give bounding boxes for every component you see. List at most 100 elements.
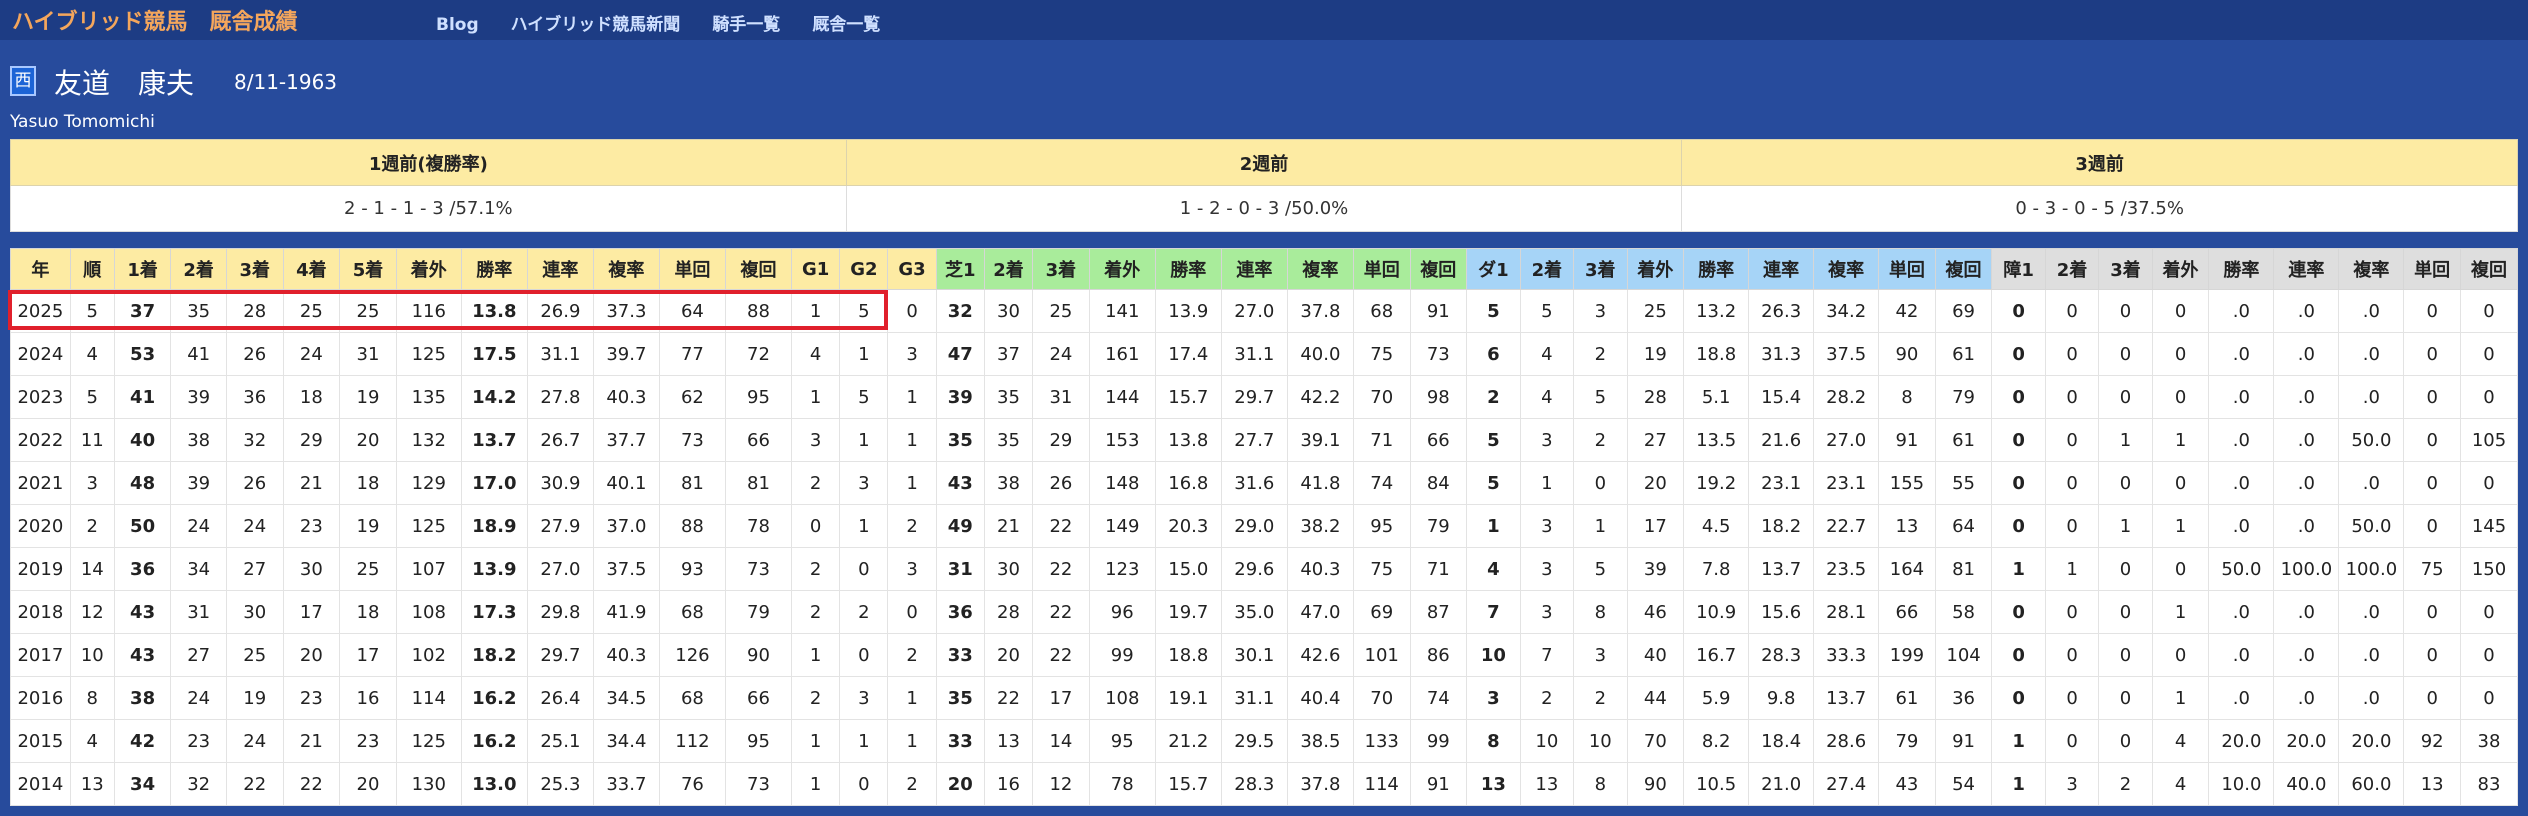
stats-cell: 20 xyxy=(339,762,397,806)
stats-cell: 145 xyxy=(2459,504,2519,548)
stats-cell: 18 xyxy=(339,461,397,505)
stats-cell: 2 xyxy=(887,504,937,548)
stats-cell: 5 xyxy=(1573,375,1628,419)
stats-cell: 3 xyxy=(839,461,889,505)
stats-cell: 26.7 xyxy=(526,418,594,462)
table-row: 2020 2 50 24 24 23 19 125 18.9 27.9 37.0 88 78 0 1 2 49 2… xyxy=(10,504,2519,548)
stats-cell: 0 xyxy=(1991,590,2046,634)
stats-cell: 99 xyxy=(1409,719,1468,763)
site-brand[interactable]: ハイブリッド競馬 厩舎成績 xyxy=(12,4,298,36)
stats-cell: 78 xyxy=(724,504,793,548)
stats-cell: 15.4 xyxy=(1748,375,1815,419)
stats-cell: 44 xyxy=(1626,676,1685,720)
stats-cell: 0 xyxy=(791,504,841,548)
nav-link-newspaper[interactable]: ハイブリッド競馬新聞 xyxy=(511,15,681,35)
stats-cell: 135 xyxy=(395,375,462,419)
stats-cell: 20.0 xyxy=(2208,719,2275,763)
stats-cell: 69 xyxy=(1352,590,1411,634)
stats-cell: 16.2 xyxy=(460,719,528,763)
stats-cell: 26 xyxy=(225,332,284,376)
stats-cell: 30.1 xyxy=(1220,633,1288,677)
stats-cell: 0 xyxy=(2459,676,2519,720)
stats-cell: 123 xyxy=(1088,547,1156,591)
stats-cell: 1 xyxy=(887,418,937,462)
stats-cell: 1 xyxy=(887,375,937,419)
stats-cell: 5 xyxy=(1466,418,1521,462)
stats-cell: 77 xyxy=(658,332,726,376)
stats-cell: 0 xyxy=(2403,375,2461,419)
stats-cell: 129 xyxy=(395,461,462,505)
stats-cell: 5 xyxy=(1466,289,1521,333)
stats-cell: .0 xyxy=(2208,418,2275,462)
stats-cell: 38 xyxy=(2459,719,2519,763)
stats-cell: 12 xyxy=(69,590,115,634)
stats-cell: 1 xyxy=(839,504,889,548)
stats-cell: 2 xyxy=(791,590,841,634)
stats-cell: .0 xyxy=(2273,289,2340,333)
stats-cell: 13.7 xyxy=(460,418,528,462)
nav-link-blog[interactable]: Blog xyxy=(436,15,479,35)
stats-cell: 12 xyxy=(1032,762,1090,806)
stats-cell: 68 xyxy=(658,590,726,634)
stats-cell: 37.8 xyxy=(1286,289,1354,333)
nav-link-stables[interactable]: 厩舎一覧 xyxy=(812,15,880,35)
stats-cell: 107 xyxy=(395,547,462,591)
stats-cell: 0 xyxy=(2151,461,2210,505)
stats-cell: 2 xyxy=(69,504,115,548)
stats-cell: 24 xyxy=(225,504,284,548)
stats-cell: 66 xyxy=(1409,418,1468,462)
stats-cell: 0 xyxy=(1991,461,2046,505)
stats-cell: 31 xyxy=(170,590,227,634)
stats-cell: 155 xyxy=(1878,461,1936,505)
stats-cell: 83 xyxy=(2459,762,2519,806)
stats-cell: 16.2 xyxy=(460,676,528,720)
stats-cell: 2 xyxy=(2098,762,2153,806)
stats-cell: 13.5 xyxy=(1683,418,1750,462)
stats-header-cell: 芝1 xyxy=(935,248,985,290)
stats-cell: 2 xyxy=(1519,676,1575,720)
stats-cell: 10.0 xyxy=(2208,762,2275,806)
stats-cell: 16.8 xyxy=(1154,461,1222,505)
stats-cell: 17 xyxy=(282,590,341,634)
stats-header-cell: G2 xyxy=(839,248,889,290)
stats-cell: 0 xyxy=(2403,332,2461,376)
stats-cell: 37.5 xyxy=(592,547,660,591)
stats-cell: 28.2 xyxy=(1813,375,1880,419)
table-row: 2021 3 48 39 26 21 18 129 17.0 30.9 40.1 81 81 2 3 1 43 3… xyxy=(10,461,2519,505)
stats-cell: 18.8 xyxy=(1154,633,1222,677)
stats-cell: 9.8 xyxy=(1748,676,1815,720)
stats-cell: 2018 xyxy=(10,590,71,634)
stats-cell: 42 xyxy=(1878,289,1936,333)
stats-cell: 2 xyxy=(791,547,841,591)
stats-cell: 2017 xyxy=(10,633,71,677)
table-row: 2025 5 37 35 28 25 25 116 13.8 26.9 37.3 64 88 1 5 0 32 3… xyxy=(10,289,2519,333)
stats-cell: 73 xyxy=(724,547,793,591)
stats-cell: 27.0 xyxy=(1220,289,1288,333)
stats-cell: 0 xyxy=(2098,590,2153,634)
stats-cell: 95 xyxy=(1088,719,1156,763)
stats-cell: 17 xyxy=(1626,504,1685,548)
stats-cell: 31.1 xyxy=(1220,676,1288,720)
stats-cell: 36 xyxy=(1934,676,1993,720)
stats-cell: 20 xyxy=(339,418,397,462)
stats-cell: 5 xyxy=(1573,547,1628,591)
stats-cell: 50.0 xyxy=(2338,504,2405,548)
stats-header-cell: 5着 xyxy=(339,248,397,290)
stats-cell: 0 xyxy=(2151,332,2210,376)
stats-cell: 1 xyxy=(1573,504,1628,548)
stats-cell: 43 xyxy=(1878,762,1936,806)
stats-cell: 0 xyxy=(2098,332,2153,376)
recent-header: 1週前(複勝率) xyxy=(10,139,847,186)
stats-cell: 1 xyxy=(2098,418,2153,462)
stats-cell: 1 xyxy=(2044,547,2100,591)
stats-cell: 0 xyxy=(839,633,889,677)
stats-cell: 81 xyxy=(724,461,793,505)
stats-header-cell: 年 xyxy=(10,248,71,290)
stats-cell: 0 xyxy=(2403,633,2461,677)
stats-cell: 35 xyxy=(983,418,1034,462)
stats-cell: 132 xyxy=(395,418,462,462)
nav-link-jockeys[interactable]: 騎手一覧 xyxy=(712,15,780,35)
stats-cell: 58 xyxy=(1934,590,1993,634)
stats-cell: 0 xyxy=(839,762,889,806)
stats-cell: 28 xyxy=(225,289,284,333)
